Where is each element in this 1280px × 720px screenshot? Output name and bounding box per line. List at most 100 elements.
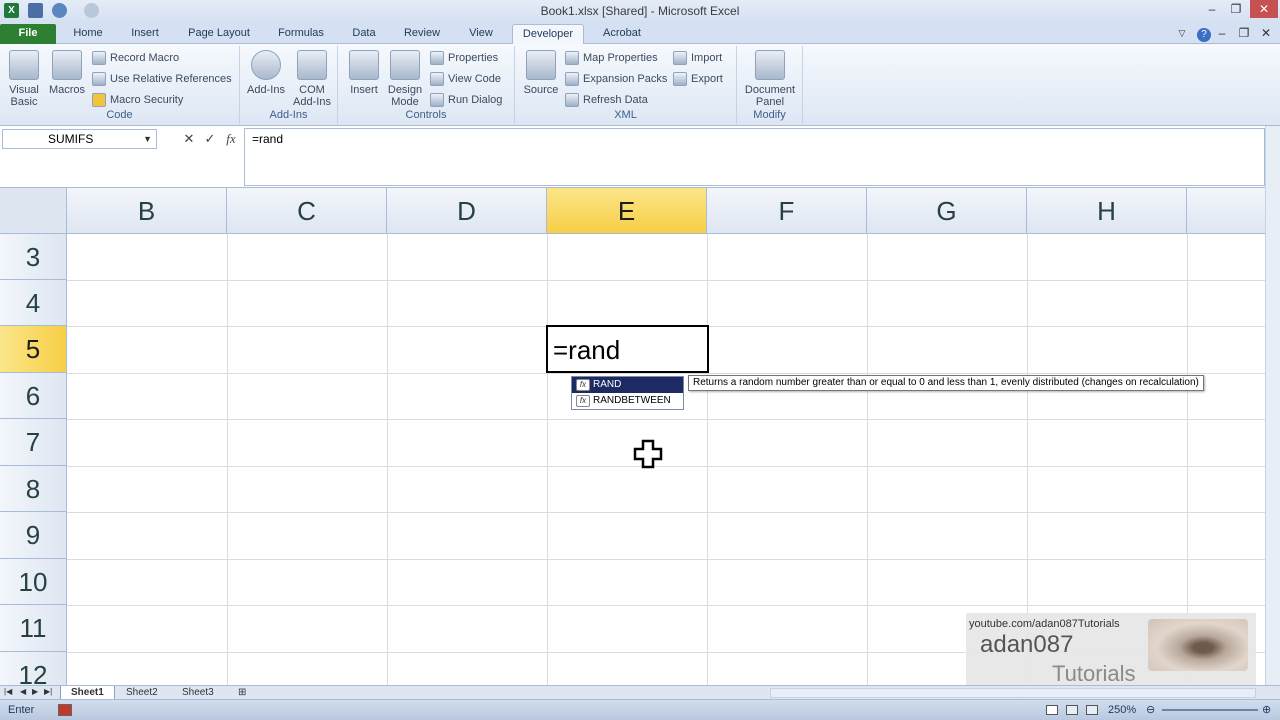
visual-basic-label: Visual Basic [9,84,39,108]
last-sheet-icon[interactable]: ▶| [44,687,52,696]
map-properties-button[interactable]: Map Properties [565,49,658,67]
row-header-7[interactable]: 7 [0,419,67,466]
view-code-button[interactable]: View Code [430,70,501,88]
cancel-icon[interactable]: ✕ [180,129,198,149]
row-header-5[interactable]: 5 [0,326,67,373]
worksheet-grid[interactable]: B C D E F G H 3 4 5 6 7 8 9 10 11 12 =ra… [0,188,1265,685]
tab-home[interactable]: Home [62,24,114,44]
workbook-restore-button[interactable]: ❐ [1232,24,1256,42]
ribbon-minimize-icon[interactable]: ▽ [1170,24,1194,42]
tab-developer[interactable]: Developer [512,24,584,44]
vertical-scrollbar[interactable] [1265,126,1280,686]
source-button[interactable]: Source [521,50,561,96]
addins-button[interactable]: Add-Ins [244,50,288,96]
row-header-8[interactable]: 8 [0,466,67,512]
tab-acrobat[interactable]: Acrobat [592,24,652,44]
autocomplete-item-label: RAND [593,379,622,390]
row-header-10[interactable]: 10 [0,559,67,605]
warning-icon [92,93,106,107]
refresh-data-button[interactable]: Refresh Data [565,91,648,109]
column-header-b[interactable]: B [67,188,227,234]
active-cell-e5[interactable]: =rand [546,325,709,373]
import-button[interactable]: Import [673,49,722,67]
gridline [67,605,1265,606]
row-header-9[interactable]: 9 [0,512,67,559]
ribbon: Visual Basic Macros Record Macro Use Rel… [0,44,1280,126]
com-addins-button[interactable]: COM Add-Ins [290,50,334,108]
tab-page-layout[interactable]: Page Layout [178,24,260,44]
expansion-packs-label: Expansion Packs [583,73,668,85]
zoom-level[interactable]: 250% [1108,704,1136,716]
column-header-c[interactable]: C [227,188,387,234]
tab-insert[interactable]: Insert [120,24,170,44]
insert-sheet-icon[interactable]: ⊞ [228,686,256,700]
row-header-6[interactable]: 6 [0,373,67,419]
autocomplete-item-randbetween[interactable]: fx RANDBETWEEN [572,393,683,409]
design-mode-label: Design Mode [387,84,423,108]
name-box[interactable]: SUMIFS ▼ [2,129,157,149]
minimize-button[interactable]: – [1200,0,1224,18]
tab-view[interactable]: View [458,24,504,44]
relative-references-button[interactable]: Use Relative References [92,70,232,88]
prev-sheet-icon[interactable]: ◀ [20,687,26,696]
normal-view-icon[interactable] [1046,705,1058,715]
workbook-close-button[interactable]: ✕ [1254,24,1278,42]
gear-icon [251,50,281,80]
xml-source-icon [526,50,556,80]
design-mode-button[interactable]: Design Mode [384,50,426,108]
document-panel-button[interactable]: Document Panel [741,50,799,108]
function-tooltip: Returns a random number greater than or … [688,375,1204,391]
page-break-view-icon[interactable] [1086,705,1098,715]
zoom-slider[interactable] [1162,709,1258,711]
macros-button[interactable]: Macros [46,50,88,96]
select-all-corner[interactable] [0,188,67,234]
restore-button[interactable]: ❐ [1224,0,1248,18]
page-layout-view-icon[interactable] [1066,705,1078,715]
enter-icon[interactable]: ✓ [201,129,219,149]
gridline [227,234,228,685]
sheet-tab-sheet1[interactable]: Sheet1 [60,686,115,700]
group-code: Visual Basic Macros Record Macro Use Rel… [0,46,240,124]
workbook-minimize-button[interactable]: – [1210,24,1234,42]
row-header-11[interactable]: 11 [0,605,67,652]
visual-basic-button[interactable]: Visual Basic [4,50,44,108]
macro-security-button[interactable]: Macro Security [92,91,183,109]
autocomplete-item-rand[interactable]: fx RAND [572,377,683,393]
tab-formulas[interactable]: Formulas [268,24,334,44]
tab-file[interactable]: File [0,24,56,44]
insert-function-icon[interactable]: fx [222,129,240,149]
zoom-out-icon[interactable]: ⊖ [1146,703,1155,716]
record-macro-button[interactable]: Record Macro [92,49,179,67]
tab-review[interactable]: Review [394,24,450,44]
properties-button[interactable]: Properties [430,49,498,67]
insert-control-button[interactable]: Insert [344,50,384,96]
properties-icon [430,51,444,65]
export-label: Export [691,73,723,85]
row-header-12[interactable]: 12 [0,652,67,685]
first-sheet-icon[interactable]: |◀ [4,687,12,696]
row-header-3[interactable]: 3 [0,234,67,280]
group-modify: Document Panel Modify [737,46,803,124]
expansion-packs-button[interactable]: Expansion Packs [565,70,667,88]
column-header-g[interactable]: G [867,188,1027,234]
column-header-i[interactable] [1187,188,1265,234]
gridline [67,466,1265,467]
sheet-tab-sheet2[interactable]: Sheet2 [116,686,168,700]
formula-input[interactable]: =rand [244,128,1265,186]
column-header-e[interactable]: E [547,188,707,234]
column-header-h[interactable]: H [1027,188,1187,234]
column-header-d[interactable]: D [387,188,547,234]
zoom-in-icon[interactable]: ⊕ [1262,703,1271,716]
macro-record-icon[interactable] [58,704,72,716]
tab-data[interactable]: Data [342,24,386,44]
sheet-tab-sheet3[interactable]: Sheet3 [172,686,224,700]
export-button[interactable]: Export [673,70,723,88]
row-header-4[interactable]: 4 [0,280,67,326]
horizontal-scrollbar[interactable] [770,688,1256,698]
close-button[interactable]: ✕ [1250,0,1278,18]
chevron-down-icon[interactable]: ▼ [143,130,152,148]
function-icon: fx [576,395,590,407]
column-header-f[interactable]: F [707,188,867,234]
run-dialog-button[interactable]: Run Dialog [430,91,502,109]
next-sheet-icon[interactable]: ▶ [32,687,38,696]
